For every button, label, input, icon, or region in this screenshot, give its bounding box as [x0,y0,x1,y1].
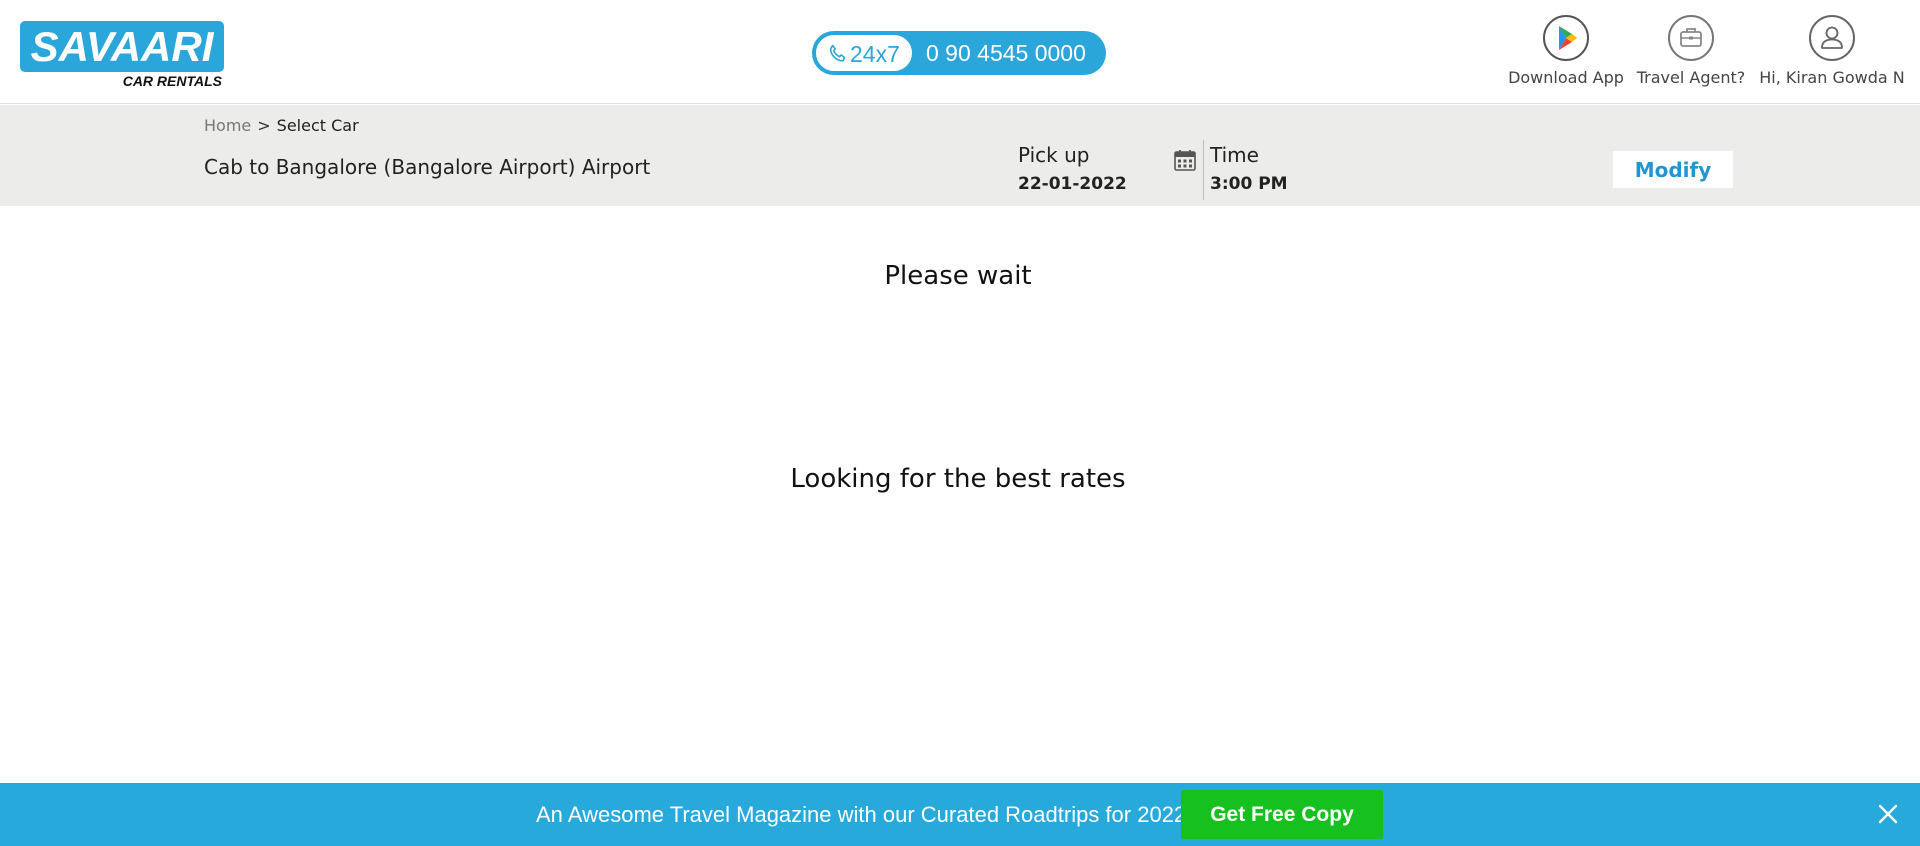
site-header: SAVAARI CAR RENTALS 24x7 0 90 4545 0000 … [0,0,1920,104]
please-wait-message: Please wait [884,261,1032,291]
loading-rates-message: Looking for the best rates [790,464,1126,494]
breadcrumb-home-link[interactable]: Home [204,116,251,135]
google-play-icon [1543,15,1589,61]
travel-agent-link[interactable]: Travel Agent? [1634,14,1748,94]
close-icon[interactable] [1875,801,1901,827]
time-label: Time [1210,143,1259,167]
user-greeting: Hi, Kiran Gowda N [1759,68,1905,87]
support-phone-button[interactable]: 24x7 0 90 4545 0000 [812,31,1106,75]
pickup-label: Pick up [1018,143,1090,167]
logo-text: SAVAARI [30,23,214,70]
download-app-link[interactable]: Download App [1506,14,1626,94]
modify-button[interactable]: Modify [1613,151,1733,188]
promo-banner: An Awesome Travel Magazine with our Cura… [0,783,1920,846]
phone-badge-label: 24x7 [850,41,900,67]
user-account-menu[interactable]: Hi, Kiran Gowda N [1756,14,1908,94]
breadcrumb-separator: > [257,116,271,135]
date-time-divider [1203,140,1204,200]
phone-number: 0 90 4545 0000 [926,40,1086,66]
briefcase-icon [1668,15,1714,61]
route-title: Cab to Bangalore (Bangalore Airport) Air… [204,155,651,179]
phone-icon [829,44,846,62]
promo-banner-text: An Awesome Travel Magazine with our Cura… [536,802,1187,827]
download-app-label: Download App [1508,68,1624,87]
time-value: 3:00 PM [1210,174,1288,194]
travel-agent-label: Travel Agent? [1636,68,1746,87]
breadcrumb-current: Select Car [276,116,359,135]
phone-badge: 24x7 [815,34,913,72]
breadcrumb: Home > Select Car [204,116,359,135]
calendar-icon[interactable] [1173,148,1197,172]
get-free-copy-button[interactable]: Get Free Copy [1181,790,1383,839]
pickup-date: 22-01-2022 [1018,174,1127,194]
user-icon [1809,15,1855,61]
savaari-logo[interactable]: SAVAARI CAR RENTALS [20,21,224,91]
logo-subtitle: CAR RENTALS [122,73,222,89]
